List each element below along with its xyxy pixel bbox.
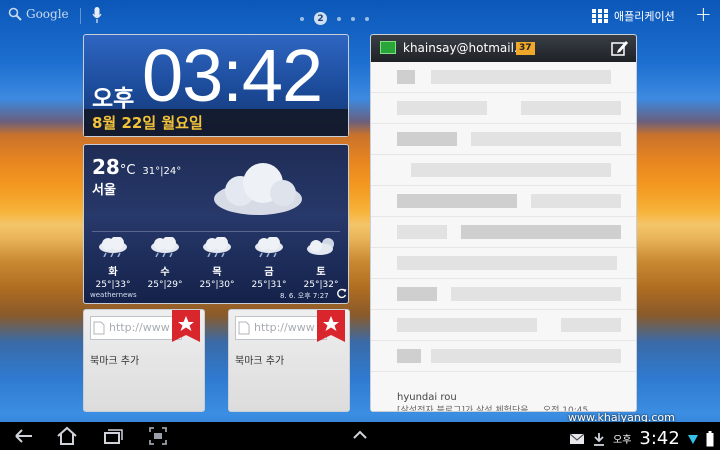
email-list[interactable]: hyundai rou [삼성전자 블로그]가 삼성 체험단을 ... 오전 1…: [371, 62, 636, 411]
bookmark-thumbnail: http://www: [235, 316, 327, 340]
forecast-day: 토 25°|32°: [296, 237, 346, 290]
forecast-day-temp: 25°|31°: [251, 280, 287, 290]
account-color-icon: [380, 41, 396, 54]
email-preview: [삼성전자 블로그]가 삼성 체험단을 ... 오전 10:45: [397, 406, 589, 412]
weather-provider-logo: weathernews: [90, 291, 137, 299]
microphone-icon[interactable]: [92, 6, 102, 24]
forecast-day: 목 25°|30°: [192, 237, 242, 290]
search-divider: [80, 8, 81, 24]
bookmark-widget[interactable]: http://www 북마크 추가: [83, 309, 205, 412]
current-temperature: 28°C 31°|24°: [92, 155, 181, 179]
screenshot-icon[interactable]: [148, 426, 168, 446]
wifi-icon: [687, 434, 698, 444]
forecast-day: 화 25°|33°: [88, 237, 138, 290]
rain-cloud-icon: [255, 237, 283, 257]
battery-icon: [706, 430, 714, 446]
bookmark-widget[interactable]: http://www 북마크 추가: [228, 309, 350, 412]
email-account[interactable]: khainsay@hotmail...: [403, 41, 525, 55]
forecast-day-temp: 25°|29°: [147, 280, 183, 290]
google-label: Google: [26, 7, 69, 21]
temperature-unit: °C: [119, 163, 136, 178]
list-item[interactable]: [371, 248, 636, 279]
weather-divider: [92, 231, 340, 232]
apps-button[interactable]: 애플리케이션: [592, 8, 675, 24]
notification-tray[interactable]: 오후 3:42: [569, 428, 714, 449]
page-dot: [300, 16, 304, 21]
forecast-day-name: 화: [108, 267, 118, 278]
list-item[interactable]: [371, 310, 636, 341]
city-name: 서울: [92, 183, 116, 198]
list-item[interactable]: [371, 186, 636, 217]
email-sender: hyundai rou: [397, 392, 457, 403]
forecast-day-name: 토: [316, 267, 326, 278]
search-icon: [8, 7, 22, 21]
refresh-icon[interactable]: [336, 288, 347, 299]
list-item[interactable]: [371, 341, 636, 372]
bookmark-label: 북마크 추가: [235, 356, 285, 367]
rain-cloud-icon: [203, 237, 231, 257]
home-icon[interactable]: [56, 426, 78, 446]
page-dot: [337, 16, 341, 21]
rain-cloud-icon: [151, 237, 179, 257]
forecast-day-temp: 25°|30°: [199, 280, 235, 290]
email-header: khainsay@hotmail... 37: [371, 35, 636, 62]
chevron-up-icon[interactable]: [352, 430, 368, 440]
recent-apps-icon[interactable]: [103, 426, 123, 446]
forecast-row: 화 25°|33° 수 25°|29° 목 25°|30° 금 25°|31° …: [88, 237, 346, 290]
page-dot: [365, 16, 369, 21]
list-item[interactable]: [371, 279, 636, 310]
page-dot: [351, 16, 355, 21]
add-widget-icon[interactable]: +: [695, 2, 712, 26]
apps-label: 애플리케이션: [614, 10, 675, 23]
system-ampm: 오후: [613, 435, 632, 446]
bookmark-url: http://www: [109, 321, 170, 334]
mail-notification-icon: [569, 433, 585, 444]
google-search-button[interactable]: Google: [8, 7, 69, 21]
bookmark-star-icon: [317, 310, 345, 342]
email-widget[interactable]: khainsay@hotmail... 37 hyundai rou [삼성전자…: [370, 34, 637, 412]
forecast-day-name: 수: [160, 267, 170, 278]
partly-cloudy-icon: [307, 238, 334, 255]
status-bar: Google 2 애플리케이션 +: [0, 0, 720, 32]
weather-updated-time: 8. 6. 오후 7:27: [280, 292, 329, 300]
list-item[interactable]: [371, 62, 636, 93]
rain-cloud-icon: [99, 237, 127, 257]
list-item[interactable]: [371, 155, 636, 186]
compose-icon[interactable]: [611, 39, 629, 57]
clock-ampm: 오후: [92, 86, 135, 112]
page-dot-current: 2: [314, 12, 327, 25]
forecast-day: 금 25°|31°: [244, 237, 294, 290]
download-icon: [594, 432, 604, 446]
page-icon: [93, 321, 105, 335]
back-icon[interactable]: [14, 426, 34, 446]
page-icon: [238, 321, 250, 335]
list-item[interactable]: [371, 217, 636, 248]
cloud-icon: [214, 163, 302, 215]
temperature-range: 31°|24°: [142, 166, 182, 177]
bookmark-star-icon: [172, 310, 200, 342]
unread-count-badge: 37: [516, 42, 535, 55]
page-indicator: 2: [300, 12, 369, 25]
bookmark-url: http://www: [254, 321, 315, 334]
temperature-value: 28: [92, 155, 120, 179]
forecast-day-name: 목: [212, 267, 222, 278]
system-bar: 오후 3:42: [0, 422, 720, 450]
clock-date: 8월 22일 월요일: [92, 114, 203, 132]
system-clock: 3:42: [639, 428, 680, 449]
clock-time: 03:42: [142, 34, 323, 117]
forecast-day-name: 금: [264, 267, 274, 278]
list-item[interactable]: [371, 124, 636, 155]
weather-widget[interactable]: 28°C 31°|24° 서울 화 25°|33° 수 25°|29° 목 25…: [83, 144, 349, 304]
clock-widget[interactable]: 오후 03:42 8월 22일 월요일: [83, 34, 349, 137]
grid-icon: [592, 9, 608, 23]
list-item[interactable]: [371, 93, 636, 124]
forecast-day-temp: 25°|33°: [95, 280, 131, 290]
bookmark-thumbnail: http://www: [90, 316, 182, 340]
bookmark-label: 북마크 추가: [90, 356, 140, 367]
clock-date-bar: 8월 22일 월요일: [84, 109, 348, 136]
forecast-day: 수 25°|29°: [140, 237, 190, 290]
